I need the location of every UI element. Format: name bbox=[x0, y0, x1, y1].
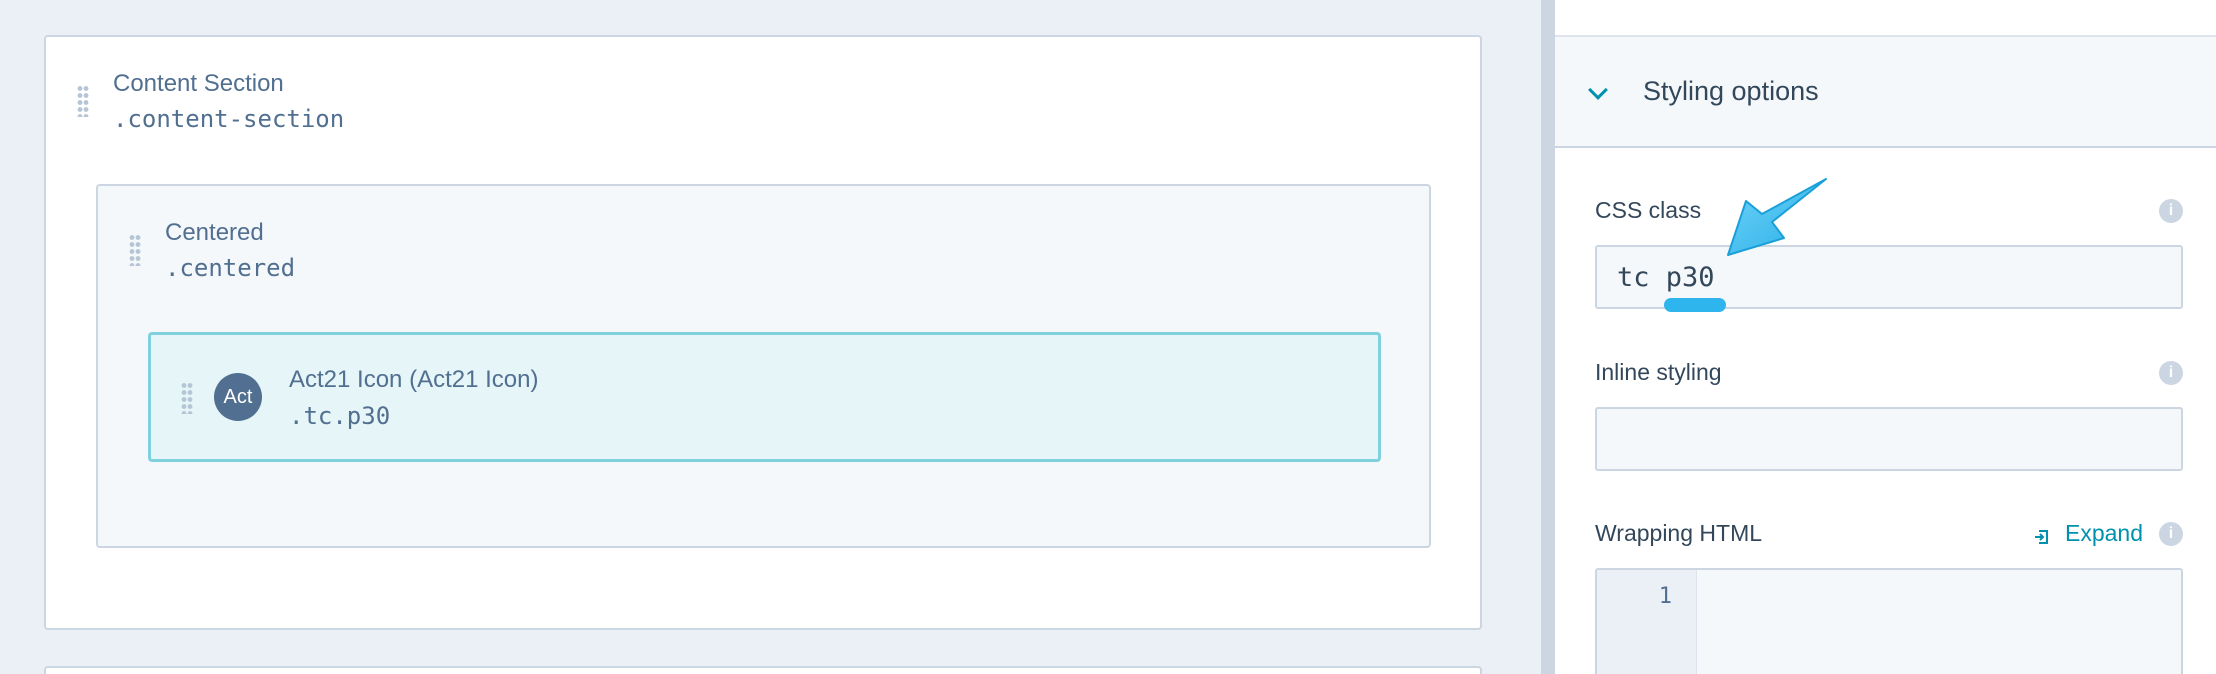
panel-divider[interactable] bbox=[1541, 0, 1555, 674]
line-number: 1 bbox=[1658, 584, 1672, 609]
content-section-class: .content-section bbox=[113, 105, 345, 133]
inline-styling-label: Inline styling bbox=[1595, 359, 1722, 385]
expand-label: Expand bbox=[2065, 520, 2144, 546]
info-icon[interactable]: i bbox=[2159, 361, 2183, 385]
drag-handle-icon[interactable] bbox=[77, 85, 89, 117]
drag-handle-icon[interactable] bbox=[181, 382, 193, 414]
module-avatar-icon: Act bbox=[214, 373, 262, 421]
centered-title: Centered bbox=[165, 219, 264, 246]
info-icon[interactable]: i bbox=[2159, 522, 2183, 546]
module-class: .tc.p30 bbox=[289, 402, 391, 430]
wrapping-html-label: Wrapping HTML bbox=[1595, 520, 1763, 546]
next-section-block[interactable] bbox=[44, 666, 1482, 674]
sidebar-panel: Styling options CSS class i Inline styli… bbox=[1555, 0, 2216, 674]
chevron-down-icon[interactable] bbox=[1588, 80, 1608, 100]
info-icon[interactable]: i bbox=[2159, 199, 2183, 223]
wrapping-html-editor[interactable]: 1 bbox=[1595, 568, 2183, 674]
styling-options-title: Styling options bbox=[1643, 76, 1819, 106]
expand-link[interactable]: Expand bbox=[2033, 520, 2143, 547]
styling-options-body: CSS class i Inline styling i Wrapping HT… bbox=[1555, 148, 2216, 674]
sidebar-top-strip bbox=[1555, 0, 2216, 37]
content-section-title: Content Section bbox=[113, 70, 284, 97]
css-class-label: CSS class bbox=[1595, 197, 1702, 223]
layout-canvas: Content Section .content-section Centere… bbox=[0, 0, 1541, 674]
styling-options-header[interactable]: Styling options bbox=[1555, 37, 2216, 148]
drag-handle-icon[interactable] bbox=[129, 234, 141, 266]
inline-styling-input[interactable] bbox=[1595, 407, 2183, 471]
expand-icon bbox=[2033, 525, 2051, 544]
centered-block[interactable]: Centered .centered Act Act21 Icon (Act21… bbox=[96, 184, 1431, 548]
css-class-input[interactable] bbox=[1595, 245, 2183, 309]
content-section-block[interactable]: Content Section .content-section Centere… bbox=[44, 35, 1482, 630]
editor-gutter: 1 bbox=[1597, 570, 1697, 674]
centered-class: .centered bbox=[165, 254, 296, 282]
act21-icon-module[interactable]: Act Act21 Icon (Act21 Icon) .tc.p30 bbox=[148, 332, 1381, 462]
module-title: Act21 Icon (Act21 Icon) bbox=[289, 366, 539, 393]
